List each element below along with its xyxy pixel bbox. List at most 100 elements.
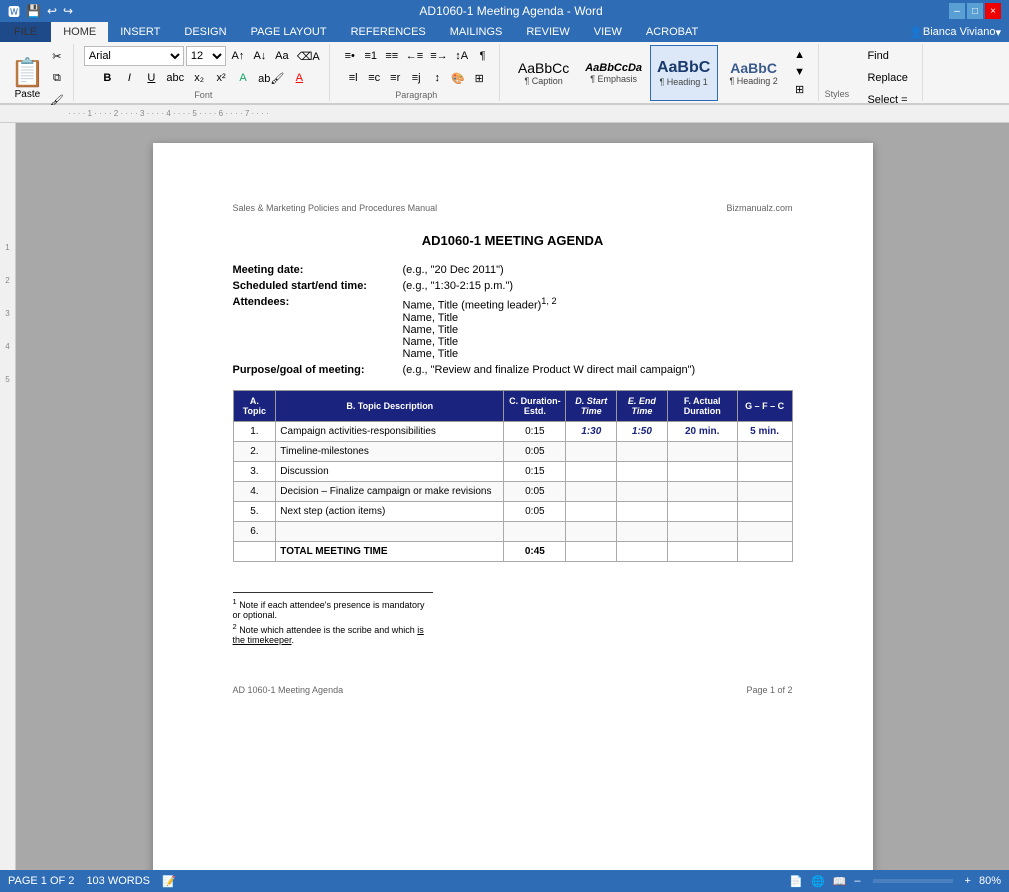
- justify-button[interactable]: ≡j: [406, 68, 426, 88]
- change-case-button[interactable]: Aa: [272, 46, 292, 66]
- table-row: 4. Decision – Finalize campaign or make …: [233, 481, 792, 501]
- highlight-button[interactable]: ab🖌: [255, 68, 287, 88]
- table-row: 1. Campaign activities-responsibilities …: [233, 421, 792, 441]
- italic-button[interactable]: I: [119, 68, 139, 88]
- shading-button[interactable]: 🎨: [448, 68, 468, 88]
- zoom-level: 80%: [979, 875, 1001, 887]
- text-effect-button[interactable]: A: [233, 68, 253, 88]
- replace-button[interactable]: Replace: [864, 68, 910, 88]
- styles-more[interactable]: ⊞: [790, 81, 810, 98]
- row-num: 6.: [233, 521, 276, 541]
- view-web[interactable]: 🌐: [811, 875, 825, 888]
- style-caption[interactable]: AaBbCc ¶ Caption: [510, 45, 578, 101]
- quick-access-redo[interactable]: ↪: [63, 4, 73, 18]
- zoom-out-button[interactable]: –: [854, 875, 860, 887]
- font-row-1: Arial 12 A↑ A↓ Aa ⌫A: [84, 46, 323, 66]
- shrink-font-button[interactable]: A↓: [250, 46, 270, 66]
- footer-left: AD 1060-1 Meeting Agenda: [233, 685, 344, 695]
- zoom-in-button[interactable]: +: [965, 875, 971, 887]
- font-color-button[interactable]: A: [289, 68, 309, 88]
- font-size-select[interactable]: 12: [186, 46, 226, 66]
- ribbon-content: 📋 Paste ✂ ⧉ 🖌 Clipboard Arial: [0, 42, 1009, 104]
- total-g: [737, 541, 792, 561]
- bullets-button[interactable]: ≡•: [340, 46, 360, 66]
- ribbon-tabs: FILE HOME INSERT DESIGN PAGE LAYOUT REFE…: [0, 22, 1009, 42]
- copy-button[interactable]: ⧉: [47, 68, 67, 88]
- title-bar-left: 🆆 💾 ↩ ↪: [8, 3, 73, 20]
- style-emphasis-preview: AaBbCcDa: [585, 62, 642, 74]
- styles-scroll-up[interactable]: ▲: [790, 47, 810, 64]
- close-button[interactable]: ×: [985, 3, 1001, 19]
- tab-insert[interactable]: INSERT: [108, 22, 172, 42]
- multilevel-button[interactable]: ≡≡: [382, 46, 402, 66]
- paste-button[interactable]: 📋 Paste: [10, 56, 45, 100]
- tab-page-layout[interactable]: PAGE LAYOUT: [239, 22, 339, 42]
- underline-button[interactable]: U: [141, 68, 161, 88]
- sort-button[interactable]: ↕A: [452, 46, 472, 66]
- increase-indent-button[interactable]: ≡→: [427, 46, 450, 66]
- row-end: [617, 501, 668, 521]
- col-header-f: F. Actual Duration: [667, 390, 737, 421]
- field-attendees: Attendees: Name, Title (meeting leader)1…: [233, 296, 793, 360]
- minimize-button[interactable]: –: [949, 3, 965, 19]
- bold-button[interactable]: B: [97, 68, 117, 88]
- style-emphasis[interactable]: AaBbCcDa ¶ Emphasis: [580, 45, 648, 101]
- tab-design[interactable]: DESIGN: [172, 22, 238, 42]
- superscript-button[interactable]: x²: [211, 68, 231, 88]
- row-actual: 20 min.: [667, 421, 737, 441]
- tab-references[interactable]: REFERENCES: [339, 22, 438, 42]
- meeting-date-label: Meeting date:: [233, 264, 403, 276]
- numbering-button[interactable]: ≡1: [361, 46, 381, 66]
- document-fields: Meeting date: (e.g., "20 Dec 2011") Sche…: [233, 264, 793, 376]
- styles-scroll-down[interactable]: ▼: [790, 64, 810, 81]
- view-read[interactable]: 📖: [833, 875, 847, 888]
- font-name-select[interactable]: Arial: [84, 46, 184, 66]
- clear-format-button[interactable]: ⌫A: [294, 46, 323, 66]
- row-duration: 0:15: [504, 461, 566, 481]
- paste-icon: 📋: [10, 56, 45, 89]
- cut-button[interactable]: ✂: [47, 46, 67, 66]
- zoom-slider[interactable]: [873, 879, 953, 883]
- status-bar-right: 📄 🌐 📖 – + 80%: [789, 875, 1001, 888]
- show-formatting-button[interactable]: ¶: [473, 46, 493, 66]
- document-page: Sales & Marketing Policies and Procedure…: [153, 143, 873, 870]
- style-heading2[interactable]: AaBbC ¶ Heading 2: [720, 45, 788, 101]
- row-end: 1:50: [617, 421, 668, 441]
- view-print[interactable]: 📄: [789, 875, 803, 888]
- tab-file[interactable]: FILE: [0, 22, 51, 42]
- align-right-button[interactable]: ≡r: [385, 68, 405, 88]
- subscript-button[interactable]: x₂: [189, 68, 209, 88]
- footnote-2: 2 Note which attendee is the scribe and …: [233, 622, 433, 645]
- page-count: PAGE 1 OF 2: [8, 875, 74, 888]
- borders-button[interactable]: ⊞: [469, 68, 489, 88]
- style-caption-label: ¶ Caption: [524, 76, 562, 86]
- style-heading1[interactable]: AaBbC ¶ Heading 1: [650, 45, 718, 101]
- table-row: 5. Next step (action items) 0:05: [233, 501, 792, 521]
- decrease-indent-button[interactable]: ←≡: [403, 46, 426, 66]
- tab-mailings[interactable]: MAILINGS: [438, 22, 515, 42]
- style-heading1-preview: AaBbC: [657, 59, 710, 77]
- align-center-button[interactable]: ≡c: [364, 68, 384, 88]
- align-left-button[interactable]: ≡l: [343, 68, 363, 88]
- col-header-c: C. Duration- Estd.: [504, 390, 566, 421]
- maximize-button[interactable]: □: [967, 3, 983, 19]
- find-button[interactable]: Find: [864, 46, 910, 66]
- table-row: 6.: [233, 521, 792, 541]
- field-meeting-date: Meeting date: (e.g., "20 Dec 2011"): [233, 264, 793, 276]
- tab-home[interactable]: HOME: [51, 22, 108, 42]
- document-area[interactable]: Sales & Marketing Policies and Procedure…: [16, 123, 1009, 870]
- line-spacing-button[interactable]: ↕: [427, 68, 447, 88]
- paragraph-label: Paragraph: [395, 90, 437, 100]
- table-row: 3. Discussion 0:15: [233, 461, 792, 481]
- quick-access-save[interactable]: 💾: [26, 4, 41, 18]
- tab-review[interactable]: REVIEW: [514, 22, 581, 42]
- quick-access-undo[interactable]: ↩: [47, 4, 57, 18]
- document-title: AD1060-1 MEETING AGENDA: [233, 233, 793, 248]
- total-label: TOTAL MEETING TIME: [276, 541, 504, 561]
- strikethrough-button[interactable]: abc: [163, 68, 187, 88]
- app-icon: 🆆: [8, 3, 20, 20]
- scheduled-value: (e.g., "1:30-2:15 p.m."): [403, 280, 793, 292]
- grow-font-button[interactable]: A↑: [228, 46, 248, 66]
- tab-view[interactable]: VIEW: [582, 22, 634, 42]
- tab-acrobat[interactable]: ACROBAT: [634, 22, 710, 42]
